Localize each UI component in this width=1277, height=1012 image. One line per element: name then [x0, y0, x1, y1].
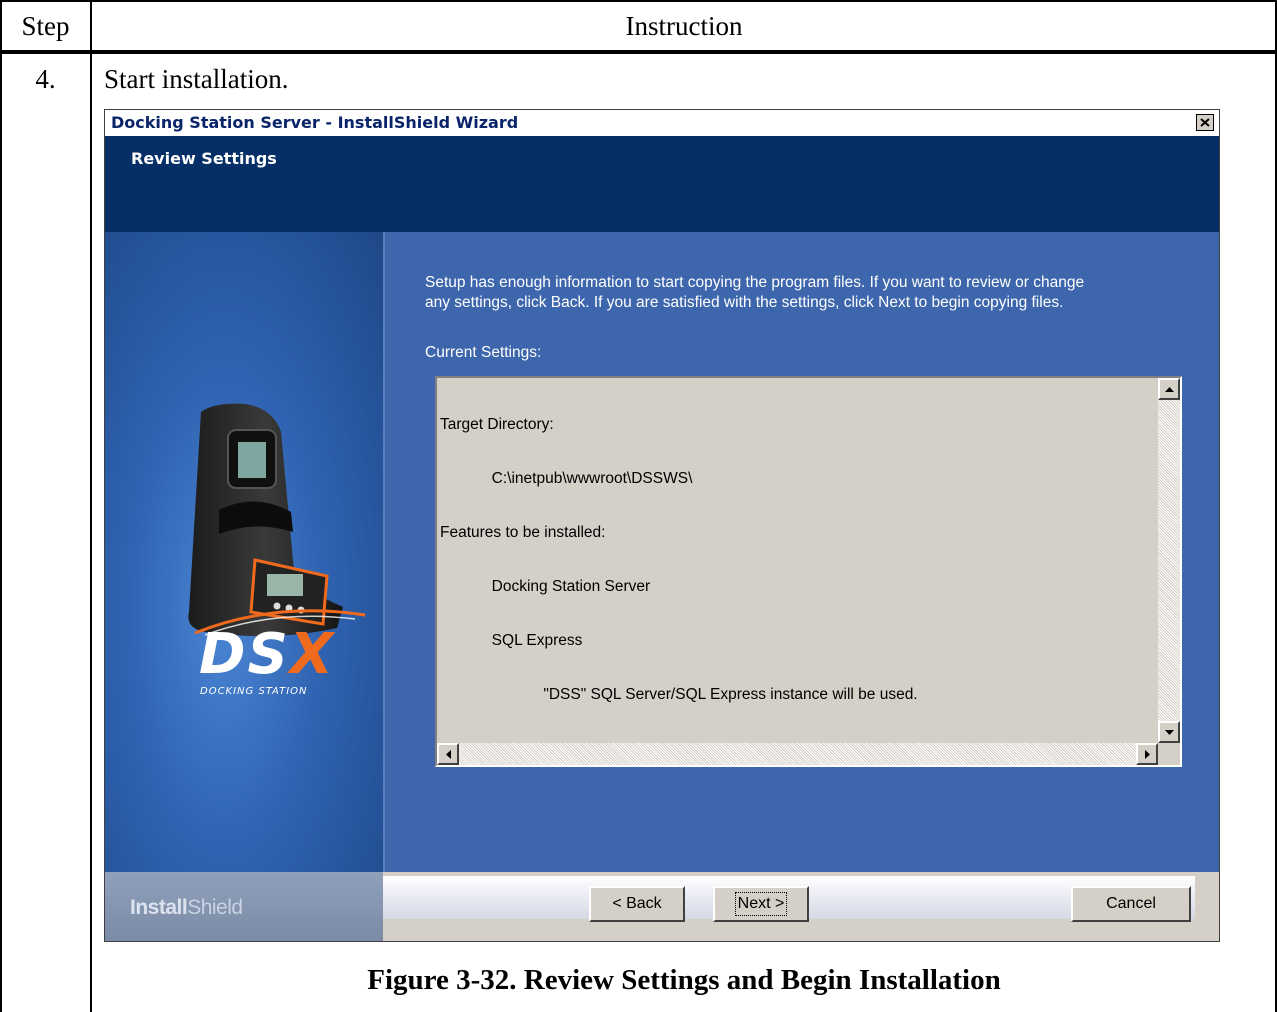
settings-text: Target Directory: C:\inetpub\wwwroot\DSS…: [440, 380, 918, 740]
description-line: Setup has enough information to start co…: [425, 274, 1085, 291]
description-line: any settings, click Back. If you are sat…: [425, 294, 1064, 311]
cancel-button[interactable]: Cancel: [1071, 886, 1191, 922]
settings-line: Features to be installed:: [440, 524, 606, 541]
dsx-logo-x: X: [289, 622, 336, 687]
wizard-footer: InstallShield < Back Next > Cancel: [105, 872, 1219, 941]
scroll-up-button[interactable]: [1158, 378, 1180, 400]
scroll-left-button[interactable]: [437, 743, 459, 765]
settings-line: C:\inetpub\wwwroot\DSSWS\: [440, 470, 693, 487]
step-number: 4.: [35, 64, 56, 94]
table-column-divider: [90, 0, 92, 1012]
brand-area: InstallShield: [105, 872, 383, 941]
product-panel: DSX DOCKING STATION: [105, 232, 383, 872]
vertical-scrollbar[interactable]: [1158, 378, 1180, 743]
arrow-right-icon: [1144, 749, 1150, 759]
page-title: Review Settings: [131, 149, 277, 168]
current-settings-textbox[interactable]: Target Directory: C:\inetpub\wwwroot\DSS…: [435, 376, 1182, 767]
wizard-content: DSX DOCKING STATION Setup has enough inf…: [105, 232, 1219, 872]
dsx-logo: DSX: [199, 627, 335, 683]
next-button-label: Next >: [734, 892, 788, 916]
window-title: Docking Station Server - InstallShield W…: [111, 113, 519, 132]
scrollbar-corner: [1158, 743, 1180, 765]
brand-bold: Install: [130, 896, 188, 919]
description-text: Setup has enough information to start co…: [425, 273, 1185, 313]
arrow-left-icon: [445, 749, 451, 759]
dsx-logo-text: DSX: [199, 622, 336, 687]
installshield-wizard-window: Docking Station Server - InstallShield W…: [104, 109, 1220, 942]
close-icon: [1200, 118, 1210, 127]
installshield-brand: InstallShield: [130, 896, 243, 920]
step-text: Start installation.: [104, 64, 289, 94]
scroll-right-button[interactable]: [1136, 743, 1158, 765]
brand-light: Shield: [187, 896, 243, 919]
settings-line: "DSS" SQL Server/SQL Express instance wi…: [440, 686, 918, 703]
close-button[interactable]: [1196, 114, 1214, 131]
cancel-button-label: Cancel: [1106, 895, 1156, 912]
settings-line: Docking Station Server: [440, 578, 651, 595]
step-column-header: Step: [21, 11, 70, 41]
table-border-left: [0, 0, 2, 1012]
header-banner: Review Settings: [105, 136, 1219, 232]
arrow-down-icon: [1164, 729, 1174, 735]
figure-caption: Figure 3-32. Review Settings and Begin I…: [367, 964, 1001, 996]
instruction-column-header: Instruction: [625, 11, 743, 41]
horizontal-scrollbar[interactable]: [437, 743, 1158, 765]
dsx-logo-subtext: DOCKING STATION: [200, 686, 308, 697]
arrow-up-icon: [1164, 386, 1174, 392]
back-button[interactable]: < Back: [589, 886, 685, 922]
settings-line: SQL Express: [440, 632, 583, 649]
current-settings-label: Current Settings:: [425, 344, 542, 361]
scroll-down-button[interactable]: [1158, 721, 1180, 743]
panel-divider: [383, 232, 385, 872]
button-bar: < Back Next > Cancel: [383, 876, 1195, 922]
back-button-label: < Back: [612, 895, 662, 912]
next-button[interactable]: Next >: [713, 886, 809, 922]
title-bar: Docking Station Server - InstallShield W…: [105, 110, 1219, 136]
settings-line: Target Directory:: [440, 416, 554, 433]
